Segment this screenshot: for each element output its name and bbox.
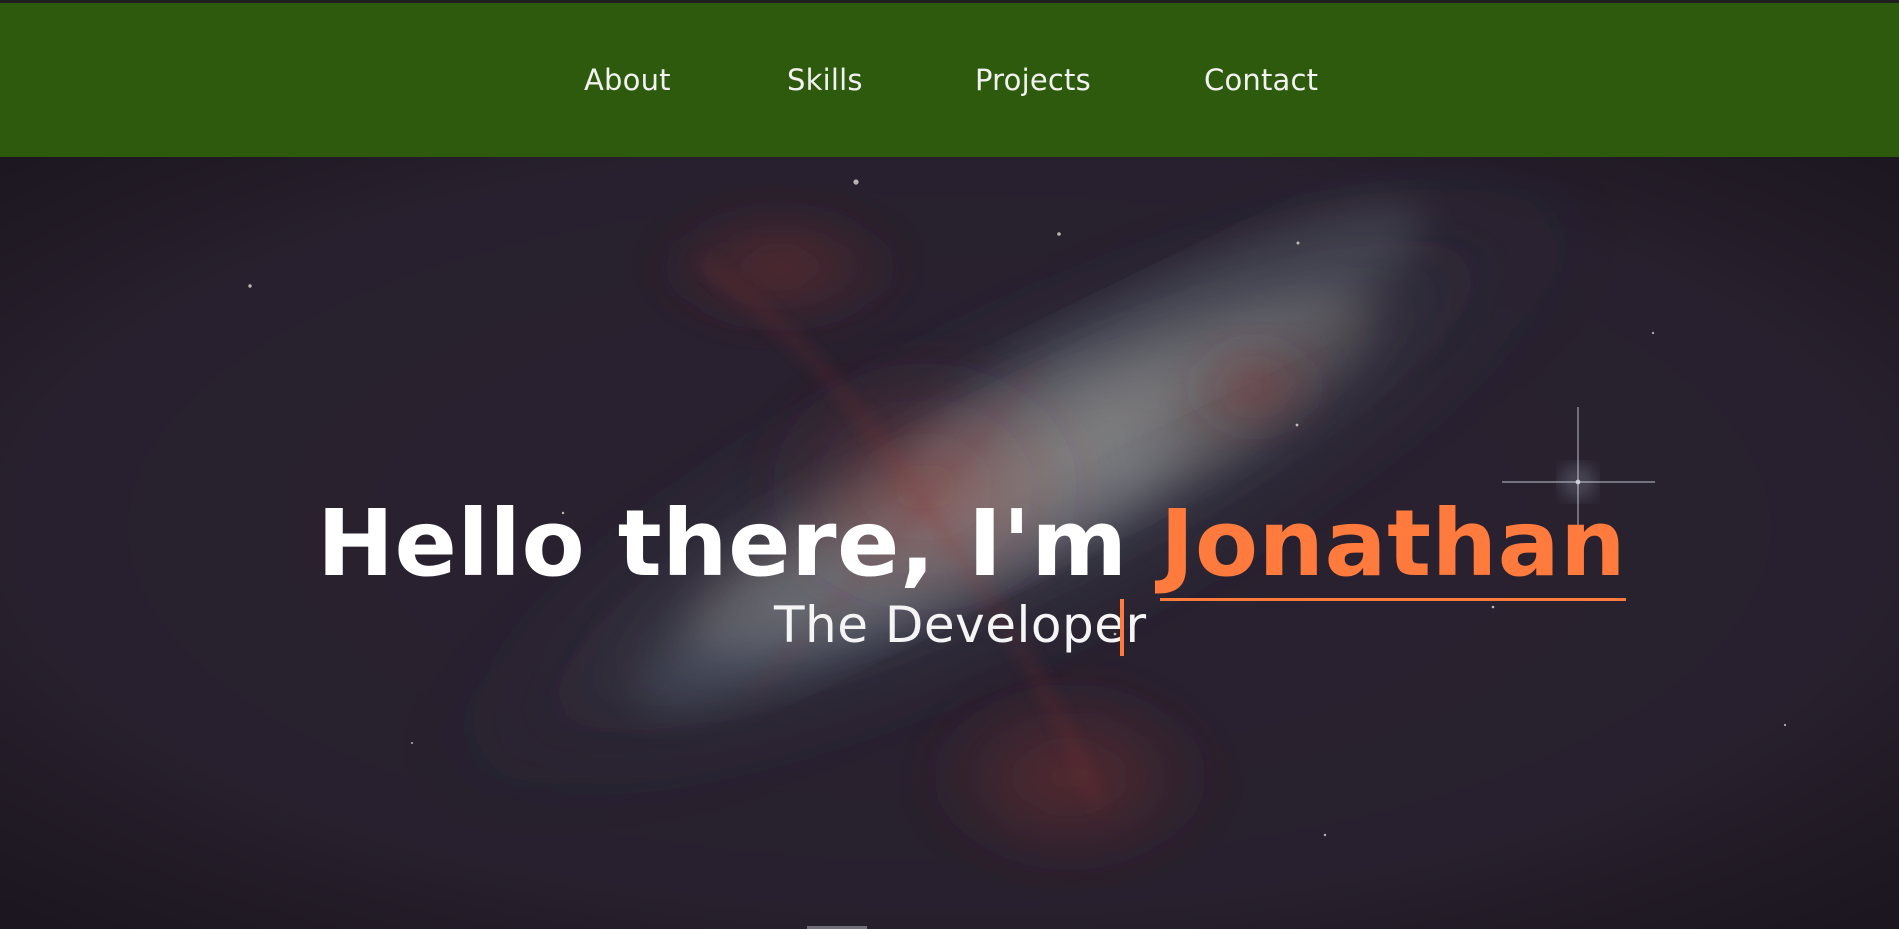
top-border	[0, 0, 1899, 3]
headline-prefix: Hello there, I'm	[317, 489, 1161, 597]
nav-link-about[interactable]: About	[584, 63, 671, 97]
headline-name: Jonathan	[1160, 490, 1627, 601]
nav-link-contact[interactable]: Contact	[1204, 63, 1318, 97]
nav-link-skills[interactable]: Skills	[787, 63, 863, 97]
hero-section: Hello there, I'm Jonathan The Developer	[0, 157, 1899, 929]
portfolio-page: About Skills Projects Contact Hello ther…	[0, 0, 1899, 929]
nav-link-projects[interactable]: Projects	[975, 63, 1091, 97]
top-navigation: About Skills Projects Contact	[0, 3, 1899, 157]
hero-subtitle: The Developer	[774, 596, 1147, 654]
typing-cursor	[1120, 599, 1124, 656]
